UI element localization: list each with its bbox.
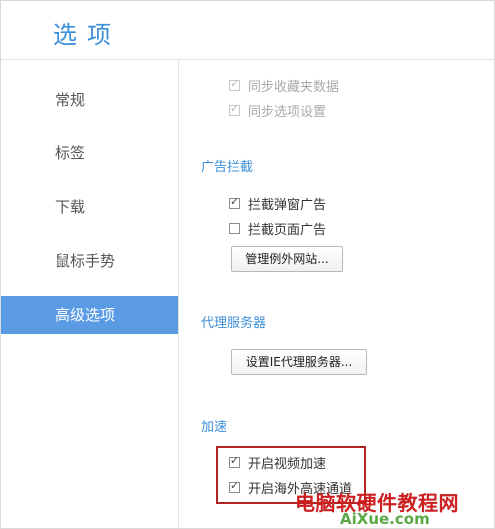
sync-favorites-label: 同步收藏夹数据 [248, 79, 340, 95]
check-mark-icon: ✓ [230, 194, 240, 208]
sidebar-item-downloads[interactable]: 下载 [1, 188, 178, 226]
checkbox-box[interactable]: ✓ [229, 194, 240, 209]
sidebar-item-tabs[interactable]: 标签 [1, 134, 178, 172]
watermark-logo: AiXue.com [340, 510, 430, 528]
sync-favorites-checkbox[interactable]: ✓ 同步收藏夹数据 [229, 76, 340, 95]
sync-settings-checkbox[interactable]: ✓ 同步选项设置 [229, 101, 327, 120]
sidebar-item-general[interactable]: 常规 [1, 81, 178, 119]
check-mark-icon: ✓ [230, 76, 240, 90]
block-page-ads-label: 拦截页面广告 [248, 222, 327, 238]
sidebar-item-mouse-gestures[interactable]: 鼠标手势 [1, 242, 178, 280]
sidebar: 常规 标签 下载 鼠标手势 高级选项 [1, 60, 179, 528]
adblock-section-title: 广告拦截 [201, 160, 254, 175]
manage-exceptions-button[interactable]: 管理例外网站... [231, 246, 343, 272]
checkbox-box[interactable]: ✓ [229, 101, 240, 116]
block-page-ads-checkbox[interactable]: 拦截页面广告 [229, 219, 327, 238]
checkbox-box[interactable] [229, 222, 240, 234]
ie-proxy-settings-button[interactable]: 设置IE代理服务器... [231, 349, 367, 375]
checkbox-box[interactable]: ✓ [229, 76, 240, 91]
sidebar-item-advanced[interactable]: 高级选项 [1, 296, 178, 334]
check-mark-icon: ✓ [230, 101, 240, 115]
block-popups-label: 拦截弹窗广告 [248, 197, 327, 213]
sync-settings-label: 同步选项设置 [248, 104, 327, 120]
header: 选项 [1, 1, 494, 60]
page-title: 选项 [53, 21, 121, 49]
acceleration-section-title: 加速 [201, 420, 228, 435]
block-popups-checkbox[interactable]: ✓ 拦截弹窗广告 [229, 194, 327, 213]
proxy-section-title: 代理服务器 [201, 316, 267, 331]
